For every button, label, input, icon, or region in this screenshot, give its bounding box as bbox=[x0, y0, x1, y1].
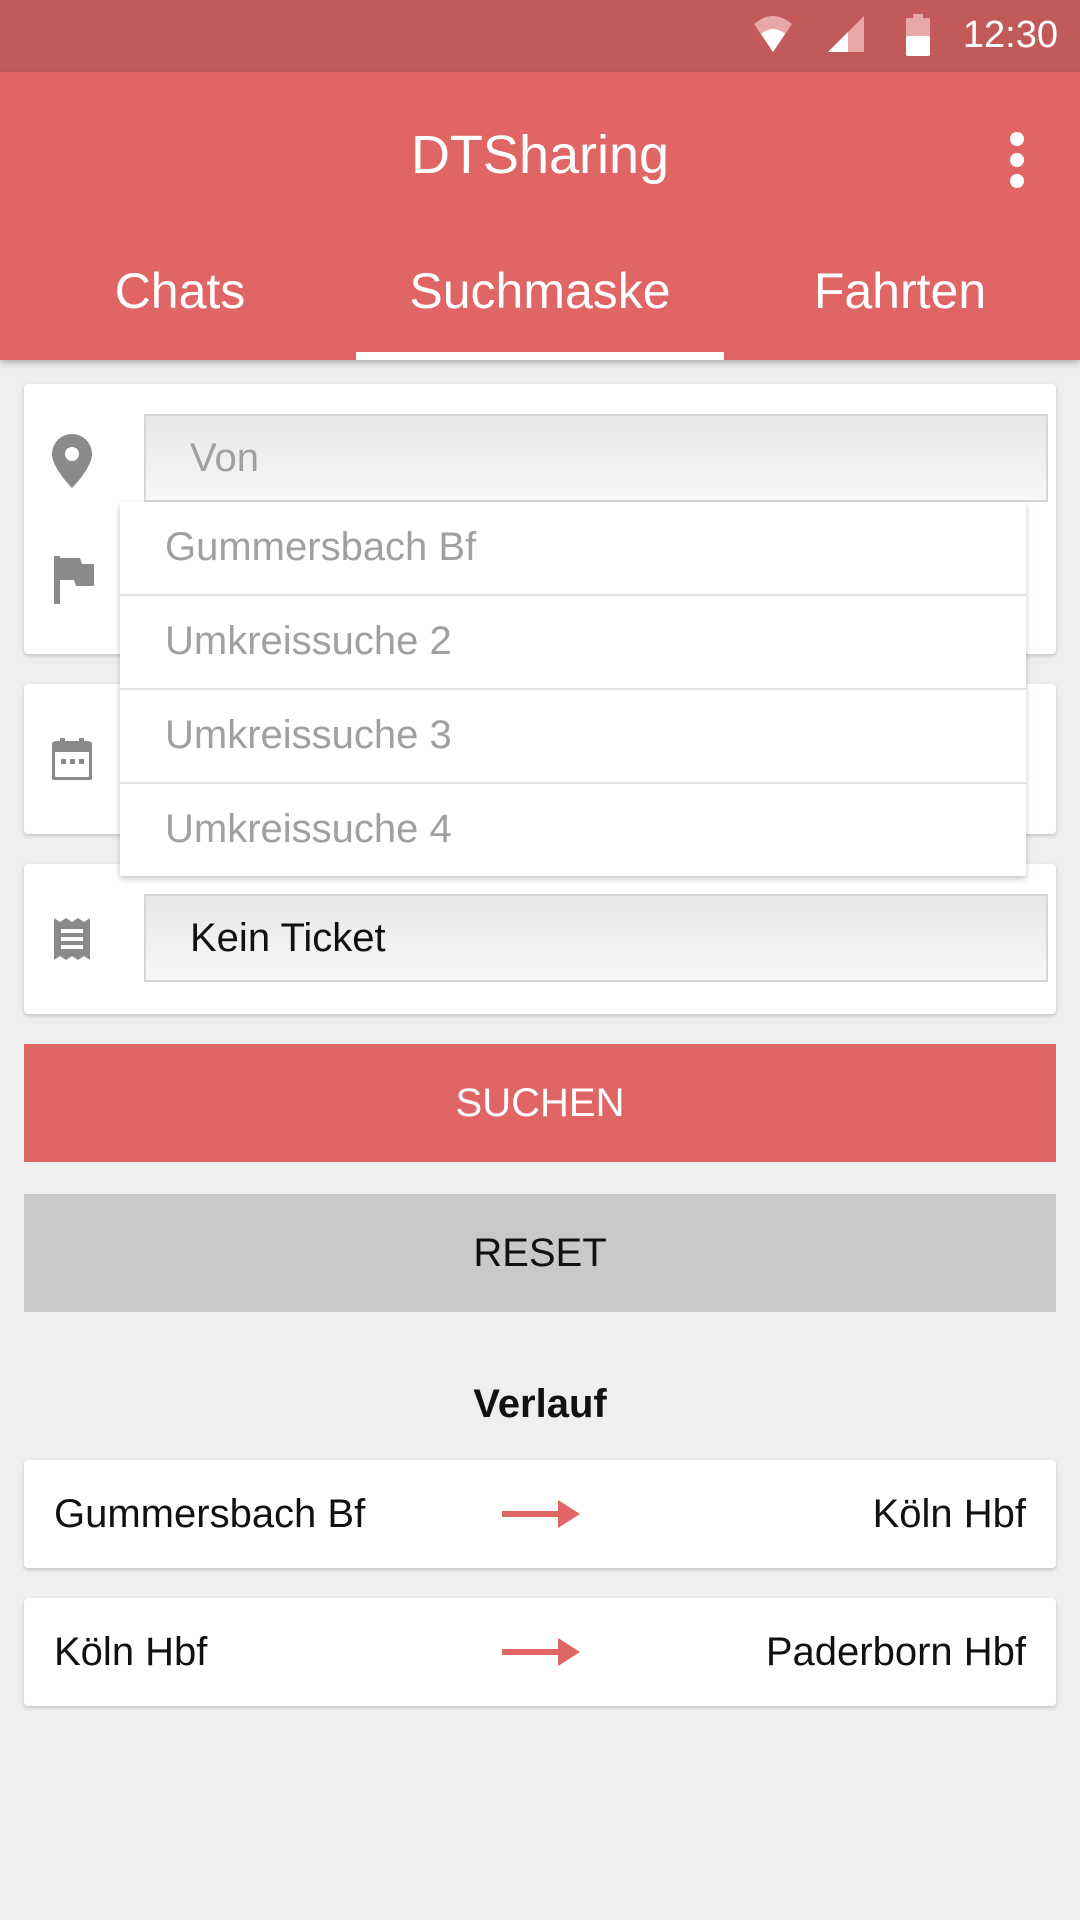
tab-chats[interactable]: Chats bbox=[0, 262, 360, 320]
selected-tab-indicator bbox=[356, 352, 724, 360]
dropdown-item[interactable]: Umkreissuche 3 bbox=[120, 690, 1026, 784]
overflow-menu-icon[interactable] bbox=[1002, 132, 1032, 188]
from-field[interactable]: Von bbox=[144, 414, 1048, 502]
clock-time: 12:30 bbox=[962, 14, 1058, 56]
history-to: Paderborn Hbf bbox=[765, 1630, 1026, 1674]
app-bar: DTSharing Chats Suchmaske Fahrten bbox=[0, 72, 1080, 360]
battery-icon bbox=[906, 14, 930, 56]
dropdown-item[interactable]: Gummersbach Bf bbox=[120, 502, 1026, 596]
calendar-icon bbox=[52, 738, 92, 780]
ticket-select[interactable]: Kein Ticket bbox=[144, 894, 1048, 982]
tab-fahrten[interactable]: Fahrten bbox=[720, 262, 1080, 320]
dropdown-item[interactable]: Umkreissuche 2 bbox=[120, 596, 1026, 690]
autocomplete-dropdown: Gummersbach Bf Umkreissuche 2 Umkreissuc… bbox=[120, 502, 1026, 876]
flag-icon bbox=[54, 556, 94, 604]
app-title: DTSharing bbox=[410, 125, 670, 185]
search-button[interactable]: SUCHEN bbox=[24, 1044, 1056, 1162]
location-pin-icon bbox=[52, 434, 92, 488]
ticket-card: Kein Ticket bbox=[24, 864, 1056, 1014]
ticket-icon bbox=[54, 918, 90, 960]
history-row[interactable]: Köln Hbf Paderborn Hbf bbox=[24, 1598, 1056, 1706]
reset-button[interactable]: RESET bbox=[24, 1194, 1056, 1312]
arrow-right-icon bbox=[502, 1500, 580, 1528]
tab-suchmaske[interactable]: Suchmaske bbox=[360, 262, 720, 320]
history-title: Verlauf bbox=[473, 1382, 607, 1426]
wifi-icon bbox=[754, 16, 792, 52]
arrow-right-icon bbox=[502, 1638, 580, 1666]
history-row[interactable]: Gummersbach Bf Köln Hbf bbox=[24, 1460, 1056, 1568]
history-to: Köln Hbf bbox=[872, 1492, 1026, 1536]
status-bar: 12:30 bbox=[0, 0, 1080, 72]
dropdown-item[interactable]: Umkreissuche 4 bbox=[120, 784, 1026, 876]
history-from: Gummersbach Bf bbox=[54, 1492, 366, 1536]
history-from: Köln Hbf bbox=[54, 1630, 208, 1674]
signal-icon bbox=[828, 16, 864, 52]
